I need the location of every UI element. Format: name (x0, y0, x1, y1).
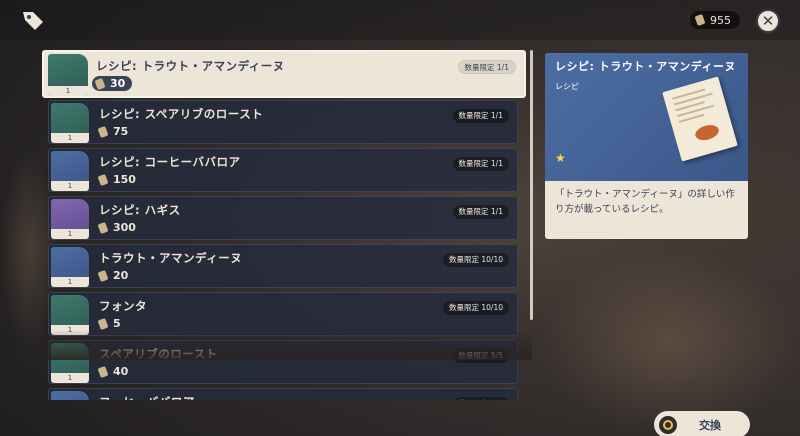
price-value: 75 (113, 125, 129, 138)
item-name: レシピ: スペアリブのロースト (99, 107, 264, 121)
item-detail-panel: レシピ: トラウト・アマンディーヌ レシピ ★ 「トラウト・アマンディーヌ」の詳… (545, 53, 748, 239)
shop-item-row[interactable]: コーヒーババロア数量限定 3/3 (48, 388, 518, 400)
price-value: 5 (113, 317, 121, 330)
item-price: 40 (97, 365, 129, 378)
dish-icon: 1 (51, 247, 89, 287)
coin-icon (97, 317, 109, 330)
detail-type: レシピ (555, 82, 579, 91)
coin-icon (94, 77, 106, 90)
item-quantity: 1 (51, 229, 89, 239)
coin-icon (97, 221, 109, 234)
shop-item-row[interactable]: 1 レシピ: トラウト・アマンディーヌ 30 数量限定 1/1 (42, 50, 526, 98)
price-value: 30 (110, 77, 126, 90)
shop-item-row[interactable]: 1 レシピ: スペアリブのロースト 75 数量限定 1/1 (48, 100, 518, 144)
item-quantity: 1 (51, 181, 89, 191)
recipe-icon (662, 76, 738, 162)
tag-icon (23, 12, 43, 30)
item-name: フォンタ (99, 299, 147, 313)
dish-icon (693, 122, 721, 143)
currency-amount: 955 (710, 13, 731, 27)
item-price: 75 (97, 125, 129, 138)
detail-title: レシピ: トラウト・アマンディーヌ (555, 60, 736, 73)
rarity-star-icon: ★ (555, 151, 566, 165)
item-name: レシピ: ハギス (99, 203, 181, 217)
shop-item-row[interactable]: 1 レシピ: コーヒーババロア 150 数量限定 1/1 (48, 148, 518, 192)
recipe-icon: 1 (51, 151, 89, 191)
shop-item-row[interactable]: 1 レシピ: ハギス 300 数量限定 1/1 (48, 196, 518, 240)
item-price: 150 (97, 173, 136, 186)
stock-limit-badge: 数量限定 1/1 (457, 60, 516, 74)
coin-icon (694, 13, 706, 27)
stock-limit-badge: 数量限定 1/1 (452, 157, 509, 171)
detail-description: 「トラウト・アマンディーヌ」の詳しい作り方が載っているレシピ。 (555, 189, 735, 215)
exchange-button[interactable]: 交換 (654, 411, 750, 436)
top-bar: 955 ✕ (0, 0, 800, 40)
price-value: 300 (113, 221, 136, 234)
item-quantity: 1 (51, 277, 89, 287)
bottle-icon: 1 (51, 295, 89, 335)
coin-icon (97, 173, 109, 186)
list-fade (42, 330, 532, 360)
close-button[interactable]: ✕ (756, 9, 780, 33)
item-name: トラウト・アマンディーヌ (99, 251, 243, 265)
controller-button-icon (659, 415, 677, 434)
exchange-label: 交換 (699, 418, 721, 432)
stock-limit-badge: 数量限定 10/10 (443, 253, 509, 267)
coin-icon (97, 125, 109, 138)
item-quantity: 1 (51, 373, 89, 383)
shop-item-row[interactable]: 1 トラウト・アマンディーヌ 20 数量限定 10/10 (48, 244, 518, 288)
close-icon: ✕ (761, 12, 775, 30)
stock-limit-badge: 数量限定 10/10 (443, 301, 509, 315)
recipe-icon: 1 (48, 54, 88, 96)
stock-limit-badge: 数量限定 1/1 (452, 109, 509, 123)
item-price: 20 (97, 269, 129, 282)
price-value: 40 (113, 365, 129, 378)
recipe-icon: 1 (51, 103, 89, 143)
item-quantity: 1 (51, 133, 89, 143)
item-price: 300 (97, 221, 136, 234)
currency-display: 955 (690, 11, 740, 29)
price-value: 20 (113, 269, 129, 282)
list-scrollbar[interactable] (530, 50, 533, 320)
coin-icon (97, 269, 109, 282)
dish-icon (51, 391, 89, 400)
price-value: 150 (113, 173, 136, 186)
item-name: レシピ: コーヒーババロア (99, 155, 241, 169)
detail-header: レシピ: トラウト・アマンディーヌ レシピ ★ (545, 53, 748, 181)
coin-icon (97, 365, 109, 378)
item-quantity: 1 (48, 86, 88, 96)
stock-limit-badge: 数量限定 1/1 (452, 205, 509, 219)
item-name: コーヒーババロア (99, 394, 195, 400)
recipe-icon: 1 (51, 199, 89, 239)
background-blur (540, 250, 800, 436)
item-price: 5 (97, 317, 121, 330)
item-price: 30 (92, 76, 133, 91)
item-name: レシピ: トラウト・アマンディーヌ (96, 59, 285, 73)
stock-limit-badge: 数量限定 3/3 (452, 397, 509, 400)
